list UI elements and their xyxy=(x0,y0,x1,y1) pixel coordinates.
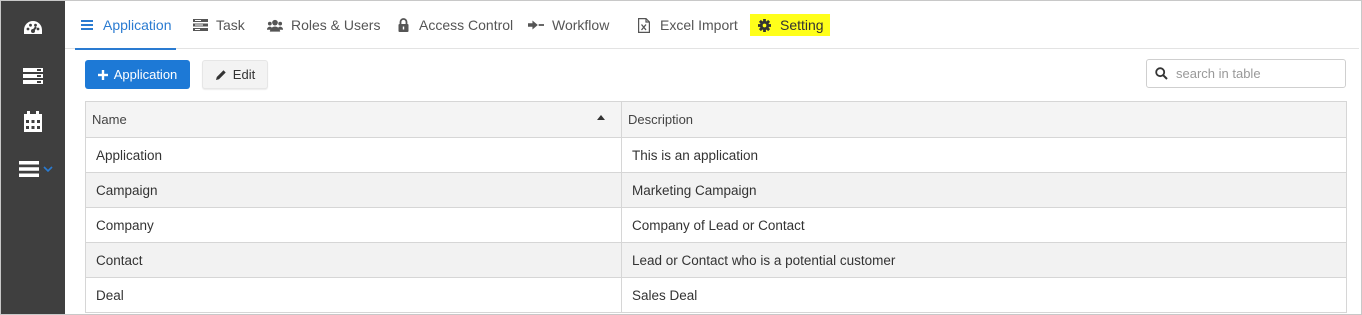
dashboard-icon xyxy=(24,21,42,34)
table-row[interactable]: Company Company of Lead or Contact xyxy=(85,207,1347,243)
cell-description: This is an application xyxy=(621,137,1347,173)
tab-label: Roles & Users xyxy=(291,17,381,33)
add-application-button[interactable]: Application xyxy=(85,60,190,89)
tab-task[interactable]: Task xyxy=(192,1,245,49)
tab-setting[interactable]: Setting xyxy=(750,14,830,36)
column-header-description[interactable]: Description xyxy=(621,101,1347,138)
menu-icon xyxy=(19,161,39,177)
list-icon xyxy=(79,17,95,33)
table-row[interactable]: Campaign Marketing Campaign xyxy=(85,172,1347,208)
tab-application[interactable]: Application xyxy=(75,1,175,50)
cell-description: Marketing Campaign xyxy=(621,172,1347,208)
table-header-row: Name Description xyxy=(85,101,1347,138)
tab-label: Setting xyxy=(780,17,824,33)
gear-icon xyxy=(756,17,772,33)
lock-icon xyxy=(395,17,411,33)
table-row[interactable]: Contact Lead or Contact who is a potenti… xyxy=(85,242,1347,278)
sidebar xyxy=(1,1,65,314)
cell-description: Company of Lead or Contact xyxy=(621,207,1347,243)
sort-ascending-icon xyxy=(597,115,605,120)
search-box xyxy=(1146,59,1346,88)
cell-description: Sales Deal xyxy=(621,277,1347,313)
tab-access-control[interactable]: Access Control xyxy=(395,1,513,49)
tab-roles-users[interactable]: Roles & Users xyxy=(267,1,380,49)
edit-button[interactable]: Edit xyxy=(202,60,268,89)
tab-workflow[interactable]: Workflow xyxy=(528,1,609,49)
cell-name: Deal xyxy=(85,277,622,313)
pencil-icon xyxy=(215,69,226,80)
table-row[interactable]: Deal Sales Deal xyxy=(85,277,1347,313)
cell-description: Lead or Contact who is a potential custo… xyxy=(621,242,1347,278)
users-icon xyxy=(267,17,283,33)
tab-excel-import[interactable]: Excel Import xyxy=(636,1,738,49)
column-header-name[interactable]: Name xyxy=(85,101,622,138)
tasks-icon xyxy=(192,17,208,33)
sidebar-item-menu[interactable] xyxy=(1,149,65,189)
edit-button-label: Edit xyxy=(232,67,256,82)
tab-label: Application xyxy=(103,17,172,33)
add-button-label: Application xyxy=(113,67,178,82)
cell-name: Contact xyxy=(85,242,622,278)
chevron-down-icon xyxy=(43,166,53,173)
cell-name: Campaign xyxy=(85,172,622,208)
server-icon xyxy=(23,68,43,84)
plus-icon xyxy=(97,69,108,80)
sidebar-item-calendar[interactable] xyxy=(1,102,65,142)
excel-file-icon xyxy=(636,17,652,33)
calendar-icon xyxy=(24,111,42,132)
tab-label: Access Control xyxy=(419,17,514,33)
sidebar-item-dashboard[interactable] xyxy=(1,9,65,49)
tab-bar: Application Task Roles & Users Access Co… xyxy=(65,1,1359,50)
applications-table: Name Description Application This is an … xyxy=(85,101,1347,313)
tab-label: Workflow xyxy=(552,17,610,33)
search-icon xyxy=(1155,67,1168,80)
cell-name: Application xyxy=(85,137,622,173)
table-row[interactable]: Application This is an application xyxy=(85,137,1347,173)
search-input[interactable] xyxy=(1176,66,1336,81)
cell-name: Company xyxy=(85,207,622,243)
tab-label: Excel Import xyxy=(660,17,738,33)
sidebar-item-server[interactable] xyxy=(1,56,65,96)
workflow-icon xyxy=(528,17,544,33)
tab-label: Task xyxy=(216,17,245,33)
